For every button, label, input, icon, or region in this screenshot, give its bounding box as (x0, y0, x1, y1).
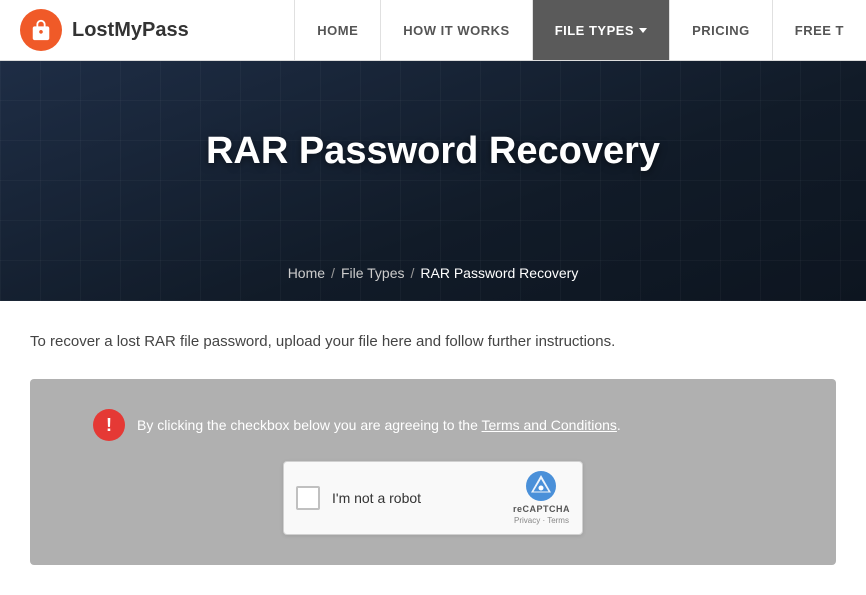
recaptcha-links[interactable]: Privacy · Terms (514, 516, 569, 525)
upload-box: ! By clicking the checkbox below you are… (30, 379, 836, 565)
captcha-checkbox[interactable] (296, 486, 320, 510)
breadcrumb-sep-1: / (331, 265, 335, 281)
chevron-down-icon (639, 28, 647, 33)
breadcrumb-current: RAR Password Recovery (420, 265, 578, 281)
breadcrumb-file-types[interactable]: File Types (341, 265, 405, 281)
breadcrumb: Home / File Types / RAR Password Recover… (288, 265, 579, 281)
exclamation-icon: ! (106, 416, 112, 434)
header: LostMyPass HOME HOW IT WORKS FILE TYPES … (0, 0, 866, 61)
nav-item-how-it-works[interactable]: HOW IT WORKS (380, 0, 531, 60)
breadcrumb-sep-2: / (410, 265, 414, 281)
page-title: RAR Password Recovery (206, 130, 660, 173)
logo-area: LostMyPass (0, 9, 209, 51)
alert-icon: ! (93, 409, 125, 441)
nav-item-free-t[interactable]: FREE T (772, 0, 866, 60)
captcha-label: I'm not a robot (332, 490, 421, 506)
main-content: To recover a lost RAR file password, upl… (0, 301, 866, 585)
hero-section: RAR Password Recovery Home / File Types … (0, 61, 866, 301)
breadcrumb-home[interactable]: Home (288, 265, 325, 281)
main-nav: HOME HOW IT WORKS FILE TYPES PRICING FRE… (294, 0, 866, 60)
captcha-left: I'm not a robot (296, 486, 421, 510)
logo-icon (20, 9, 62, 51)
lock-icon (30, 19, 52, 41)
logo-text: LostMyPass (72, 19, 189, 42)
nav-item-home[interactable]: HOME (294, 0, 380, 60)
recaptcha-logo-icon (525, 470, 557, 502)
terms-text: By clicking the checkbox below you are a… (137, 417, 621, 433)
captcha-box: I'm not a robot reCAPTCHA Privacy · Term… (283, 461, 583, 535)
recaptcha-brand: reCAPTCHA (513, 504, 570, 514)
captcha-right: reCAPTCHA Privacy · Terms (513, 470, 570, 525)
description-text: To recover a lost RAR file password, upl… (30, 331, 836, 354)
terms-link[interactable]: Terms and Conditions (482, 417, 617, 433)
terms-notice: ! By clicking the checkbox below you are… (93, 409, 773, 441)
nav-item-file-types[interactable]: FILE TYPES (532, 0, 669, 60)
nav-item-pricing[interactable]: PRICING (669, 0, 772, 60)
